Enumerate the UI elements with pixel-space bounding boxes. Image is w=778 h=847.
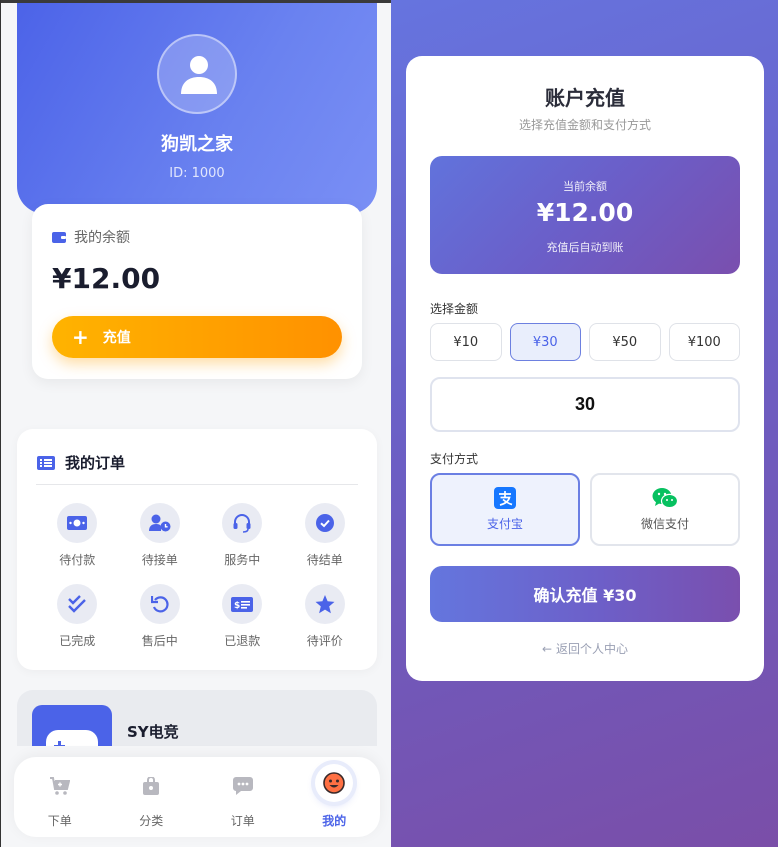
tab-label: 分类 — [139, 814, 164, 828]
order-icon-circle — [304, 503, 345, 543]
tab-label: 订单 — [230, 814, 255, 828]
star-icon — [315, 594, 335, 613]
profile-id: ID: 1000 — [169, 166, 225, 181]
tab-label: 下单 — [47, 814, 72, 828]
order-icon-circle — [139, 503, 180, 543]
tab-label: 我的 — [322, 814, 347, 828]
recharge-subtitle: 选择充值金额和支付方式 — [518, 118, 651, 132]
tab-mine[interactable]: 我的 — [289, 757, 381, 837]
orders-card: 我的订单 待付款 待接单 服务中 待结单 已完成 售后中 $ 已退款 待评价 — [17, 429, 377, 670]
balance-label: 我的余额 — [74, 230, 130, 246]
recharge-button-label: 充值 — [102, 330, 131, 346]
cart-icon — [49, 777, 70, 795]
chat-icon — [232, 777, 253, 795]
confirm-recharge-button[interactable]: 确认充值 ¥30 — [430, 566, 740, 622]
money-check-icon: $ — [231, 596, 254, 612]
recharge-card: 账户充值 选择充值金额和支付方式 当前余额 ¥12.00 充值后自动到账 选择金… — [406, 56, 764, 681]
smile-face-icon — [323, 772, 346, 794]
bottom-tab-bar: 下单 分类 订单 我的 — [14, 757, 380, 837]
recharge-page: 账户充值 选择充值金额和支付方式 当前余额 ¥12.00 充值后自动到账 选择金… — [391, 0, 778, 847]
order-status-pending-payment[interactable]: 待付款 — [36, 503, 119, 568]
payment-section-label: 支付方式 — [430, 452, 479, 466]
amount-options: ¥10 ¥30 ¥50 ¥100 — [430, 323, 740, 361]
divider — [36, 484, 358, 485]
order-status-in-service[interactable]: 服务中 — [201, 503, 284, 568]
order-status-label: 待付款 — [59, 553, 96, 567]
money-bill-icon — [67, 516, 88, 530]
order-icon-circle — [57, 584, 98, 624]
game-title: SY电竞 — [127, 723, 179, 741]
order-icon-circle — [57, 503, 98, 543]
tab-icon-wrap — [315, 764, 354, 802]
check-circle-icon — [315, 514, 334, 532]
double-check-icon — [68, 595, 87, 613]
user-icon — [181, 56, 217, 94]
order-status-label: 已完成 — [59, 634, 96, 648]
avatar[interactable] — [157, 34, 237, 114]
orders-header[interactable]: 我的订单 — [37, 452, 125, 473]
current-balance-box: 当前余额 ¥12.00 充值后自动到账 — [430, 156, 740, 274]
wallet-icon — [52, 232, 66, 243]
amount-option-50[interactable]: ¥50 — [589, 323, 661, 361]
order-status-grid: 待付款 待接单 服务中 待结单 已完成 售后中 $ 已退款 待评价 — [36, 503, 366, 649]
order-status-completed[interactable]: 已完成 — [36, 584, 119, 649]
alipay-icon — [494, 487, 516, 509]
bag-icon — [143, 777, 160, 795]
tab-orders[interactable]: 订单 — [197, 757, 289, 837]
order-status-label: 服务中 — [224, 553, 261, 567]
profile-page: 狗凯之家 ID: 1000 我的余额 ¥12.00 + 充值 我的订单 待付款 … — [0, 0, 392, 847]
order-status-awaiting-accept[interactable]: 待接单 — [119, 503, 202, 568]
order-status-awaiting-settlement[interactable]: 待结单 — [284, 503, 367, 568]
order-status-label: 售后中 — [141, 634, 178, 648]
plus-icon: + — [72, 325, 89, 349]
back-to-profile-link[interactable]: ← 返回个人中心 — [406, 640, 764, 657]
wechat-icon — [652, 488, 678, 509]
payment-option-wechat[interactable]: 微信支付 — [590, 473, 740, 546]
tab-icon-wrap — [42, 768, 78, 804]
tab-icon-wrap — [225, 768, 261, 804]
undo-icon — [150, 596, 169, 613]
amount-option-10[interactable]: ¥10 — [430, 323, 502, 361]
arrow-left-icon: ← — [542, 642, 553, 656]
balance-label-row: 我的余额 — [52, 227, 130, 247]
user-clock-icon — [148, 514, 171, 532]
order-status-label: 待接单 — [141, 553, 178, 567]
amount-option-100[interactable]: ¥100 — [668, 323, 740, 361]
orders-title: 我的订单 — [65, 454, 126, 472]
profile-header: 狗凯之家 ID: 1000 — [17, 3, 377, 214]
amount-option-30[interactable]: ¥30 — [509, 323, 581, 361]
payment-option-label: 微信支付 — [640, 517, 689, 531]
svg-text:$: $ — [234, 601, 240, 611]
order-status-refunded[interactable]: $ 已退款 — [201, 584, 284, 649]
tab-category[interactable]: 分类 — [106, 757, 198, 837]
tab-icon-wrap — [133, 768, 169, 804]
order-status-label: 待结单 — [306, 553, 343, 567]
custom-amount-input[interactable] — [430, 377, 740, 432]
payment-options: 支付宝 微信支付 — [430, 473, 740, 546]
balance-amount: ¥12.00 — [52, 262, 161, 295]
tab-order[interactable]: 下单 — [14, 757, 106, 837]
order-icon-circle — [222, 503, 263, 543]
list-icon — [37, 455, 55, 470]
recharge-title: 账户充值 — [545, 86, 625, 110]
current-balance-note: 充值后自动到账 — [546, 241, 624, 254]
profile-name: 狗凯之家 — [161, 134, 233, 155]
order-status-awaiting-review[interactable]: 待评价 — [284, 584, 367, 649]
headset-icon — [233, 514, 251, 533]
order-icon-circle — [139, 584, 180, 624]
order-icon-circle: $ — [222, 584, 263, 624]
order-status-after-sales[interactable]: 售后中 — [119, 584, 202, 649]
order-status-label: 已退款 — [224, 634, 261, 648]
payment-option-alipay[interactable]: 支付宝 — [430, 473, 580, 546]
order-status-label: 待评价 — [306, 634, 343, 648]
amount-section-label: 选择金额 — [430, 302, 479, 316]
balance-card: 我的余额 ¥12.00 + 充值 — [32, 204, 362, 379]
order-icon-circle — [304, 584, 345, 624]
current-balance-amount: ¥12.00 — [536, 198, 634, 227]
payment-option-label: 支付宝 — [486, 517, 523, 531]
recharge-button[interactable]: + 充值 — [52, 316, 342, 358]
back-link-label: 返回个人中心 — [555, 642, 628, 656]
current-balance-label: 当前余额 — [563, 180, 607, 193]
